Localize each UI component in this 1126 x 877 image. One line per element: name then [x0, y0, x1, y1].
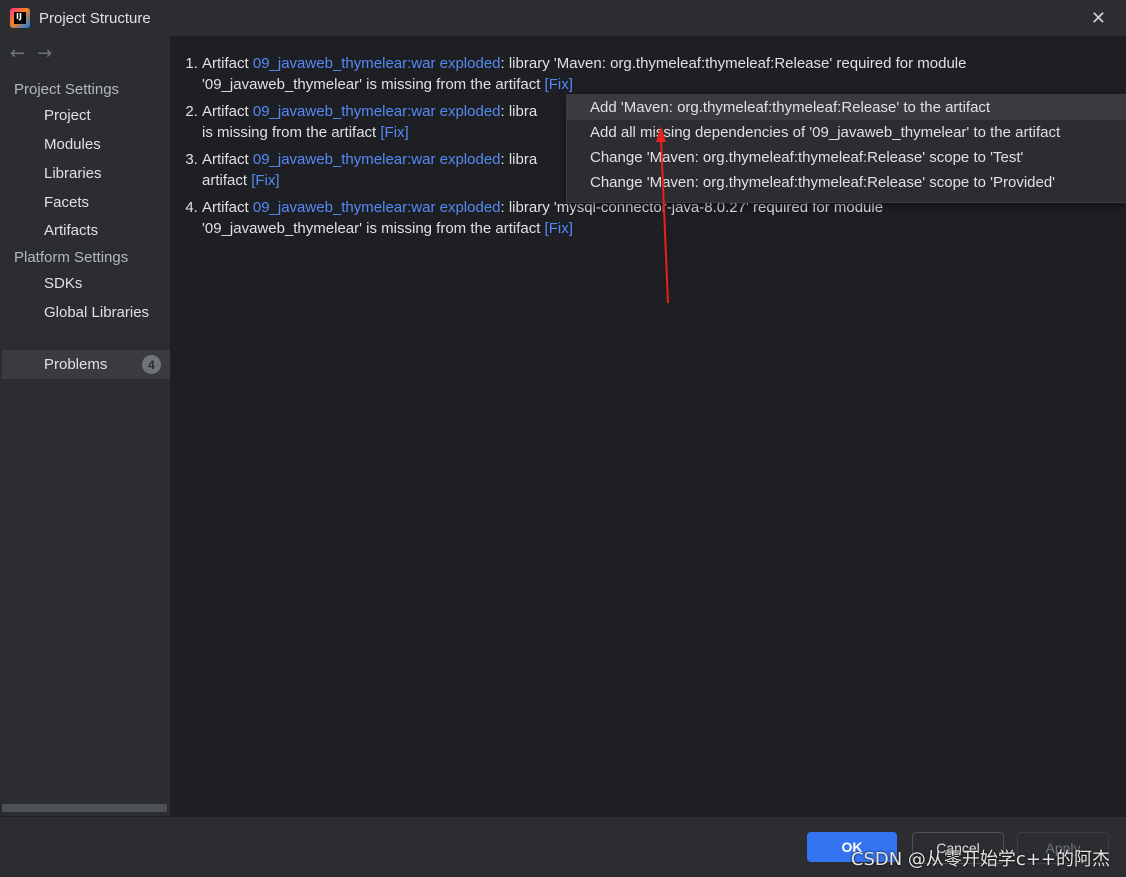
sidebar-item-global-libraries[interactable]: Global Libraries	[44, 304, 149, 321]
problem-prefix: Artifact	[202, 55, 253, 72]
apply-button[interactable]: Apply	[1017, 832, 1109, 864]
cancel-button[interactable]: Cancel	[912, 832, 1004, 864]
fix-link[interactable]: [Fix]	[380, 124, 408, 141]
fix-popup-menu: Add 'Maven: org.thymeleaf:thymeleaf:Rele…	[566, 94, 1126, 203]
problem-text: artifact	[202, 172, 252, 189]
problem-prefix: Artifact	[202, 151, 253, 168]
sidebar-item-modules[interactable]: Modules	[44, 136, 101, 153]
window-title: Project Structure	[39, 9, 151, 27]
close-icon[interactable]: ✕	[1091, 8, 1106, 29]
fix-link[interactable]: [Fix]	[545, 76, 573, 93]
platform-settings-header: Platform Settings	[14, 249, 129, 266]
problem-prefix: Artifact	[202, 103, 253, 120]
fix-link[interactable]: [Fix]	[545, 220, 573, 237]
problems-count-badge: 4	[142, 355, 161, 374]
problem-text: '09_javaweb_thymelear' is missing from t…	[202, 220, 545, 237]
sidebar-item-problems[interactable]: Problems 4	[2, 350, 170, 379]
fix-link[interactable]: [Fix]	[251, 172, 279, 189]
artifact-link[interactable]: 09_javaweb_thymelear:war exploded	[253, 55, 501, 72]
popup-item-scope-provided[interactable]: Change 'Maven: org.thymeleaf:thymeleaf:R…	[567, 170, 1126, 195]
sidebar-item-libraries[interactable]: Libraries	[44, 165, 102, 182]
problem-text: is missing from the artifact	[202, 124, 381, 141]
intellij-logo-icon: IJ	[10, 8, 30, 28]
problem-text: : libra	[500, 151, 538, 168]
nav-arrows: ← →	[10, 43, 52, 64]
sidebar-item-sdks[interactable]: SDKs	[44, 275, 82, 292]
problems-label: Problems	[44, 356, 108, 373]
back-arrow-icon[interactable]: ←	[10, 43, 25, 64]
dialog-footer: OK Cancel Apply CSDN @从零开始学c++的阿杰	[0, 816, 1126, 877]
problem-text: '09_javaweb_thymelear' is missing from t…	[202, 76, 545, 93]
problem-text: : library 'Maven: org.thymeleaf:thymelea…	[500, 55, 967, 72]
title-bar: IJ Project Structure ✕	[0, 0, 1126, 36]
popup-item-scope-test[interactable]: Change 'Maven: org.thymeleaf:thymeleaf:R…	[567, 145, 1126, 170]
sidebar: ← → Project Settings Project Modules Lib…	[0, 36, 171, 816]
sidebar-item-artifacts[interactable]: Artifacts	[44, 222, 98, 239]
artifact-link[interactable]: 09_javaweb_thymelear:war exploded	[253, 151, 501, 168]
popup-item-add-library[interactable]: Add 'Maven: org.thymeleaf:thymeleaf:Rele…	[567, 95, 1126, 120]
ok-button[interactable]: OK	[807, 832, 897, 862]
problem-item: Artifact 09_javaweb_thymelear:war explod…	[202, 53, 1102, 95]
sidebar-item-project[interactable]: Project	[44, 107, 91, 124]
artifact-link[interactable]: 09_javaweb_thymelear:war exploded	[253, 103, 501, 120]
artifact-link[interactable]: 09_javaweb_thymelear:war exploded	[253, 199, 501, 216]
sidebar-item-facets[interactable]: Facets	[44, 194, 89, 211]
popup-item-add-all-dependencies[interactable]: Add all missing dependencies of '09_java…	[567, 120, 1126, 145]
problem-text: : libra	[500, 103, 538, 120]
project-settings-header: Project Settings	[14, 81, 120, 98]
problem-item: Artifact 09_javaweb_thymelear:war explod…	[202, 197, 1102, 239]
sidebar-scrollbar[interactable]	[2, 804, 167, 812]
forward-arrow-icon[interactable]: →	[37, 43, 52, 64]
problem-prefix: Artifact	[202, 199, 253, 216]
